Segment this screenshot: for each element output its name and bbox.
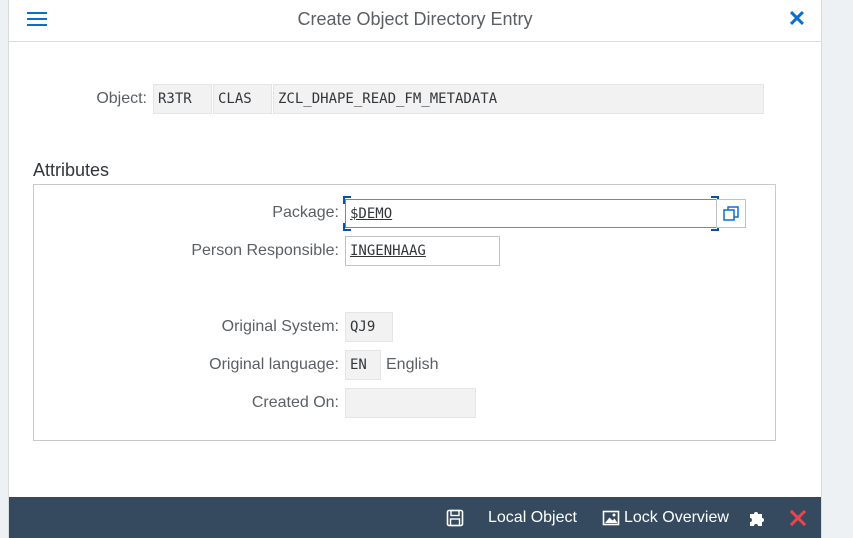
original-system-field[interactable]: QJ9 bbox=[345, 312, 393, 342]
created-on-field bbox=[345, 388, 476, 418]
save-button[interactable] bbox=[446, 507, 464, 529]
title-bar: Create Object Directory Entry ✕ bbox=[9, 0, 821, 42]
focus-corner-tl bbox=[343, 196, 351, 204]
object-pgmid-field: R3TR bbox=[153, 84, 212, 114]
cancel-icon bbox=[789, 509, 807, 527]
person-responsible-input[interactable]: INGENHAAG bbox=[345, 236, 500, 266]
original-system-label: Original System: bbox=[221, 318, 339, 335]
person-responsible-value: INGENHAAG bbox=[350, 243, 426, 259]
image-icon bbox=[602, 510, 620, 526]
local-object-label: Local Object bbox=[488, 509, 577, 526]
package-input[interactable]: $DEMO bbox=[345, 199, 717, 228]
puzzle-icon bbox=[750, 512, 764, 526]
local-object-button[interactable]: Local Object bbox=[488, 507, 577, 529]
puzzle-button[interactable] bbox=[747, 507, 767, 529]
cancel-button[interactable] bbox=[789, 507, 807, 529]
person-responsible-label: Person Responsible: bbox=[191, 242, 339, 259]
package-label: Package: bbox=[272, 204, 339, 221]
lock-overview-button[interactable]: Lock Overview bbox=[602, 507, 729, 529]
focus-corner-bl bbox=[343, 223, 351, 231]
original-system-value: QJ9 bbox=[350, 319, 376, 335]
object-label: Object: bbox=[96, 90, 147, 107]
original-language-field: EN bbox=[345, 350, 381, 380]
dialog: Create Object Directory Entry ✕ Object: … bbox=[8, 0, 822, 538]
save-icon bbox=[446, 509, 464, 527]
object-type-field: CLAS bbox=[213, 84, 272, 114]
lock-overview-label: Lock Overview bbox=[624, 509, 729, 526]
created-on-label: Created On: bbox=[251, 394, 339, 411]
package-value-help-button[interactable] bbox=[716, 199, 746, 228]
original-language-text: English bbox=[386, 356, 439, 373]
object-name-field: ZCL_DHAPE_READ_FM_METADATA bbox=[273, 84, 764, 114]
footer-toolbar: Local Object Lock Overview bbox=[9, 497, 821, 538]
dialog-title: Create Object Directory Entry bbox=[297, 9, 533, 29]
close-icon[interactable]: ✕ bbox=[785, 6, 809, 32]
attributes-section-title: Attributes bbox=[33, 160, 110, 180]
original-language-label: Original language: bbox=[209, 356, 339, 373]
value-help-icon bbox=[723, 206, 739, 221]
package-value: $DEMO bbox=[350, 206, 393, 222]
